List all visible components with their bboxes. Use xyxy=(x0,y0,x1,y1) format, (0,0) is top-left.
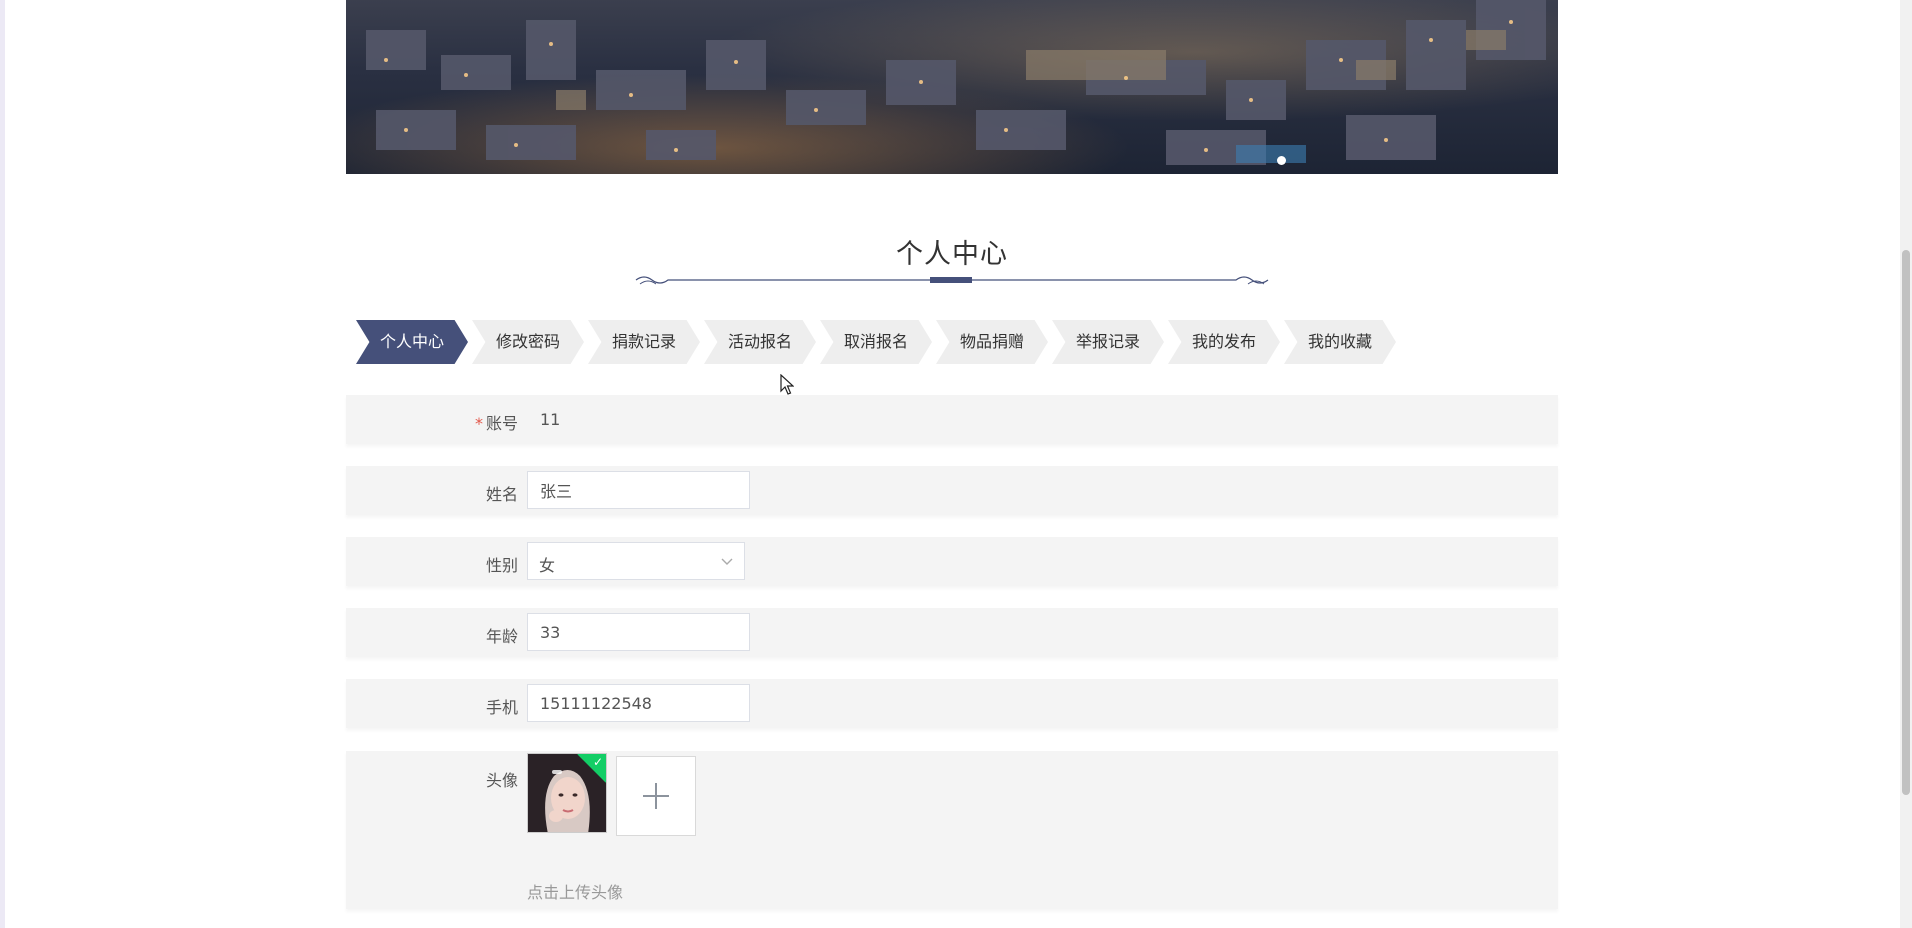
tab-item-donation[interactable]: 物品捐赠 xyxy=(936,320,1048,364)
account-value: 11 xyxy=(540,410,561,429)
banner-carousel[interactable] xyxy=(346,0,1558,174)
plus-icon xyxy=(643,783,669,809)
age-input[interactable] xyxy=(527,613,750,651)
required-mark: * xyxy=(474,414,483,433)
gender-select[interactable]: 女 xyxy=(527,542,745,580)
gender-label: 性别 xyxy=(485,556,518,575)
city-night-image xyxy=(366,0,1546,165)
upload-avatar-hint[interactable]: 点击上传头像 xyxy=(527,879,623,903)
avatar-image[interactable]: ✓ xyxy=(527,753,607,833)
tab-personal-center[interactable]: 个人中心 xyxy=(356,320,468,364)
account-label: * 账号 xyxy=(358,410,518,434)
window-left-edge xyxy=(0,0,5,928)
tab-my-favorites[interactable]: 我的收藏 xyxy=(1284,320,1396,364)
tab-donation-records[interactable]: 捐款记录 xyxy=(588,320,700,364)
tab-change-password[interactable]: 修改密码 xyxy=(472,320,584,364)
title-divider-ornament xyxy=(635,276,1269,285)
form-row-age: 年龄 xyxy=(346,608,1558,657)
form-row-gender: 性别 女 xyxy=(346,537,1558,586)
chevron-down-icon xyxy=(721,558,733,565)
form-row-avatar: 头像 ✓ 点击上传头像 xyxy=(346,751,1558,909)
carousel-indicator-dot[interactable] xyxy=(1277,156,1286,165)
name-input[interactable] xyxy=(527,471,750,509)
check-icon: ✓ xyxy=(592,755,603,769)
phone-label: 手机 xyxy=(485,698,518,717)
form-row-account: * 账号 11 xyxy=(346,395,1558,444)
page-title: 个人中心 xyxy=(896,239,1008,270)
gender-selected-value: 女 xyxy=(539,556,556,575)
form-row-phone: 手机 xyxy=(346,679,1558,728)
account-label-text: 账号 xyxy=(485,414,518,433)
mouse-pointer-icon xyxy=(780,374,794,395)
tab-my-posts[interactable]: 我的发布 xyxy=(1168,320,1280,364)
form-row-name: 姓名 xyxy=(346,466,1558,515)
page-scrollbar[interactable] xyxy=(1900,0,1912,928)
avatar-label: 头像 xyxy=(485,771,518,790)
name-label: 姓名 xyxy=(485,485,518,504)
tab-activity-signup[interactable]: 活动报名 xyxy=(704,320,816,364)
scrollbar-thumb[interactable] xyxy=(1902,250,1910,795)
age-label: 年龄 xyxy=(485,627,518,646)
phone-input[interactable] xyxy=(527,684,750,722)
tab-cancel-signup[interactable]: 取消报名 xyxy=(820,320,932,364)
tab-report-records[interactable]: 举报记录 xyxy=(1052,320,1164,364)
upload-avatar-button[interactable] xyxy=(616,756,696,836)
